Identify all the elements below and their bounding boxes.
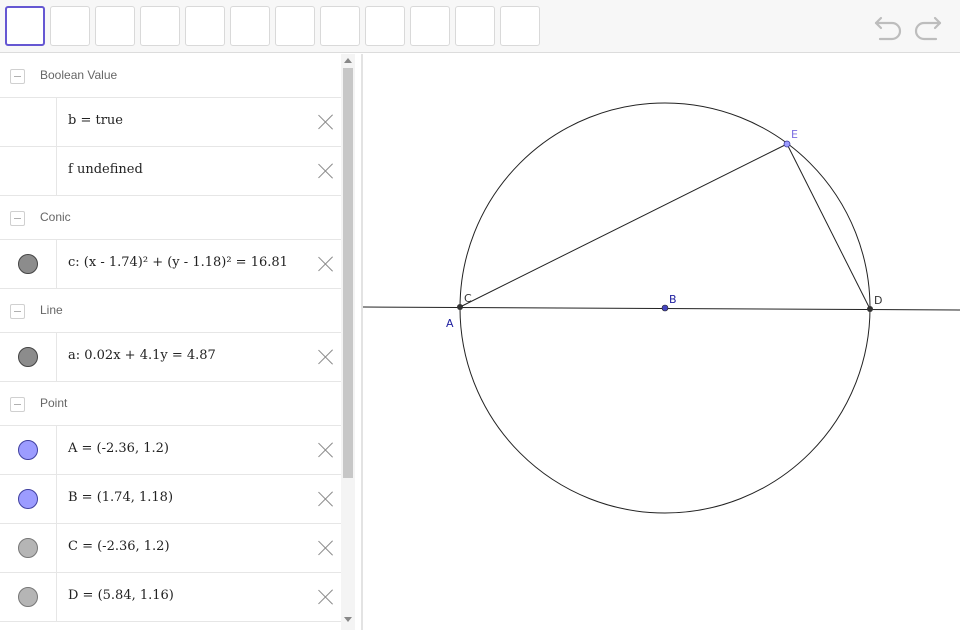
visibility-marble-icon[interactable] bbox=[18, 347, 38, 367]
tool-button-12[interactable] bbox=[500, 6, 540, 46]
point-E[interactable] bbox=[783, 140, 791, 148]
algebra-row-b[interactable]: b = true bbox=[0, 98, 341, 147]
scroll-down-icon[interactable] bbox=[344, 617, 352, 622]
label-A: A bbox=[446, 317, 454, 330]
point-D[interactable] bbox=[867, 306, 873, 312]
marble-cell bbox=[0, 475, 57, 523]
group-header-boolean[interactable]: Boolean Value bbox=[0, 54, 341, 98]
algebra-row-a[interactable]: a: 0.02x + 4.1y = 4.87 bbox=[0, 333, 341, 382]
algebra-row-A[interactable]: A = (-2.36, 1.2) bbox=[0, 426, 341, 475]
collapse-icon[interactable] bbox=[10, 304, 25, 319]
label-B: B bbox=[669, 293, 677, 306]
algebra-view: Boolean Value b = true f undefined Conic… bbox=[0, 54, 355, 630]
delete-icon[interactable] bbox=[316, 538, 336, 558]
label-C: C bbox=[464, 292, 472, 305]
tool-button-3[interactable] bbox=[95, 6, 135, 46]
tool-button-9[interactable] bbox=[365, 6, 405, 46]
algebra-row-c[interactable]: c: (x - 1.74)² + (y - 1.18)² = 16.81 bbox=[0, 240, 341, 289]
marble-cell bbox=[0, 98, 57, 146]
toolbar bbox=[0, 0, 960, 53]
algebra-row-f[interactable]: f undefined bbox=[0, 147, 341, 196]
tool-button-5[interactable] bbox=[185, 6, 225, 46]
visibility-marble-icon[interactable] bbox=[18, 587, 38, 607]
group-label: Line bbox=[40, 303, 63, 317]
point-B[interactable] bbox=[661, 304, 669, 312]
tool-move-button[interactable] bbox=[5, 6, 45, 46]
algebra-item-text[interactable]: a: 0.02x + 4.1y = 4.87 bbox=[68, 348, 216, 363]
tool-button-6[interactable] bbox=[230, 6, 270, 46]
tool-button-8[interactable] bbox=[320, 6, 360, 46]
tool-button-11[interactable] bbox=[455, 6, 495, 46]
marble-cell bbox=[0, 426, 57, 474]
delete-icon[interactable] bbox=[316, 161, 336, 181]
delete-icon[interactable] bbox=[316, 254, 336, 274]
algebra-item-text[interactable]: D = (5.84, 1.16) bbox=[68, 588, 174, 603]
delete-icon[interactable] bbox=[316, 440, 336, 460]
algebra-row-D[interactable]: D = (5.84, 1.16) bbox=[0, 573, 341, 622]
segment-CE[interactable] bbox=[459, 143, 788, 308]
group-label: Boolean Value bbox=[40, 68, 118, 82]
scrollbar-thumb[interactable] bbox=[343, 68, 353, 478]
visibility-marble-icon[interactable] bbox=[18, 254, 38, 274]
marble-cell bbox=[0, 573, 57, 621]
collapse-icon[interactable] bbox=[10, 211, 25, 226]
algebra-scrollbar[interactable] bbox=[341, 54, 355, 630]
algebra-item-text[interactable]: C = (-2.36, 1.2) bbox=[68, 539, 170, 554]
visibility-marble-icon[interactable] bbox=[18, 440, 38, 460]
redo-icon[interactable] bbox=[910, 10, 944, 44]
algebra-row-B[interactable]: B = (1.74, 1.18) bbox=[0, 475, 341, 524]
tool-button-7[interactable] bbox=[275, 6, 315, 46]
point-A-C[interactable] bbox=[457, 304, 463, 310]
algebra-item-text[interactable]: f undefined bbox=[68, 162, 143, 177]
visibility-marble-icon[interactable] bbox=[18, 489, 38, 509]
marble-cell bbox=[0, 333, 57, 381]
collapse-icon[interactable] bbox=[10, 397, 25, 412]
algebra-item-text[interactable]: c: (x - 1.74)² + (y - 1.18)² = 16.81 bbox=[68, 255, 288, 270]
marble-cell bbox=[0, 240, 57, 288]
tool-button-10[interactable] bbox=[410, 6, 450, 46]
group-header-conic[interactable]: Conic bbox=[0, 196, 341, 240]
marble-cell bbox=[0, 147, 57, 195]
group-header-point[interactable]: Point bbox=[0, 382, 341, 426]
marble-cell bbox=[0, 524, 57, 572]
algebra-item-text[interactable]: A = (-2.36, 1.2) bbox=[68, 441, 169, 456]
tool-button-2[interactable] bbox=[50, 6, 90, 46]
tool-button-4[interactable] bbox=[140, 6, 180, 46]
delete-icon[interactable] bbox=[316, 587, 336, 607]
group-label: Conic bbox=[40, 210, 71, 224]
algebra-row-C[interactable]: C = (-2.36, 1.2) bbox=[0, 524, 341, 573]
delete-icon[interactable] bbox=[316, 347, 336, 367]
collapse-icon[interactable] bbox=[10, 69, 25, 84]
graphics-view[interactable]: A B C D E bbox=[363, 54, 960, 630]
undo-icon[interactable] bbox=[872, 10, 906, 44]
scroll-up-icon[interactable] bbox=[344, 58, 352, 63]
label-E: E bbox=[791, 128, 798, 141]
group-label: Point bbox=[40, 396, 68, 410]
algebra-item-text[interactable]: B = (1.74, 1.18) bbox=[68, 490, 173, 505]
algebra-item-text[interactable]: b = true bbox=[68, 113, 123, 128]
delete-icon[interactable] bbox=[316, 112, 336, 132]
visibility-marble-icon[interactable] bbox=[18, 538, 38, 558]
group-header-line[interactable]: Line bbox=[0, 289, 341, 333]
segment-ED[interactable] bbox=[786, 143, 871, 310]
delete-icon[interactable] bbox=[316, 489, 336, 509]
label-D: D bbox=[874, 294, 882, 307]
